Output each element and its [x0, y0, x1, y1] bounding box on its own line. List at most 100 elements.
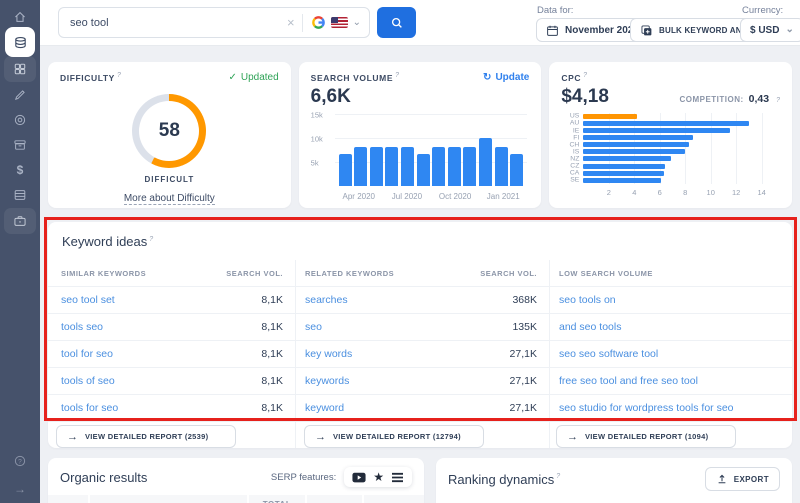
- cpc-row: AU: [583, 121, 768, 126]
- cpc-bar: [583, 178, 661, 183]
- search-vol-value: 8,1K: [208, 321, 295, 333]
- briefcase-icon: [13, 214, 27, 228]
- related-keyword-link[interactable]: searches: [295, 294, 465, 306]
- col-low-search-volume: LOW SEARCH VOLUME: [549, 269, 792, 278]
- us-flag-icon: [331, 17, 348, 28]
- similar-keyword-link[interactable]: tools seo: [48, 321, 208, 333]
- similar-keyword-link[interactable]: tools of seo: [48, 375, 208, 387]
- search-volume-value: 6,6K: [311, 86, 530, 108]
- column-divider: [295, 260, 296, 448]
- serp-features-label: SERP features:: [271, 472, 336, 483]
- info-icon: ?: [776, 97, 780, 104]
- sidebar-item-keyword-research[interactable]: [5, 27, 35, 57]
- sidebar-item-projects[interactable]: [0, 208, 40, 234]
- export-button[interactable]: EXPORT: [705, 467, 780, 491]
- svg-text:?: ?: [18, 458, 22, 465]
- sidebar-item-target[interactable]: [0, 107, 40, 133]
- difficulty-title: DIFFICULTY?: [60, 72, 121, 83]
- x-axis-label: 14: [757, 188, 765, 197]
- x-axis-label: Jan 2021: [487, 192, 520, 201]
- volume-bars: [335, 114, 528, 186]
- cpc-x-ticks: 2468101214: [583, 185, 768, 197]
- low-search-volume-link[interactable]: seo studio for wordpress tools for seo: [549, 402, 792, 414]
- metric-cards-row: DIFFICULTY? ✓Updated 58 DIFFICULT More a…: [48, 62, 792, 208]
- info-icon: ?: [583, 72, 588, 79]
- volume-bar: [448, 147, 461, 186]
- similar-keyword-link[interactable]: seo tool set: [48, 294, 208, 306]
- sidebar-item-help[interactable]: ?: [0, 448, 40, 474]
- update-button[interactable]: ↻Update: [483, 72, 529, 83]
- copy-plus-icon: [640, 24, 653, 37]
- view-detailed-report-button[interactable]: →VIEW DETAILED REPORT (12794): [304, 425, 484, 448]
- target-icon: [13, 113, 27, 127]
- divider: [302, 14, 303, 32]
- cpc-row: CA: [583, 171, 768, 176]
- search-vol-value: 368K: [465, 294, 549, 306]
- search-input[interactable]: [59, 17, 287, 29]
- more-about-difficulty-link[interactable]: More about Difficulty: [124, 193, 215, 205]
- competition: COMPETITION: 0,43 ?: [679, 93, 780, 105]
- similar-keyword-link[interactable]: tools for seo: [48, 402, 208, 414]
- related-keyword-link[interactable]: seo: [295, 321, 465, 333]
- cpc-bar: [583, 135, 693, 140]
- cpc-bar: [583, 156, 671, 161]
- search-volume-title: SEARCH VOLUME?: [311, 72, 400, 83]
- search-engine-region-selector[interactable]: ⌄: [311, 15, 361, 30]
- serp-features-icons[interactable]: ★: [344, 467, 412, 487]
- table-row: tool for seo8,1Kkey words27,1Kseo seo so…: [48, 341, 792, 368]
- magnifier-icon: [390, 16, 404, 30]
- search-volume-card: SEARCH VOLUME? ↻Update 6,6K 15k10k5k Apr…: [299, 62, 542, 208]
- volume-bar: [385, 147, 398, 186]
- cpc-bar: [583, 114, 636, 119]
- sidebar: $ ? →: [0, 0, 40, 503]
- related-keyword-link[interactable]: keywords: [295, 375, 465, 387]
- sidebar-item-archive[interactable]: [0, 132, 40, 158]
- sidebar-item-pricing[interactable]: $: [0, 157, 40, 183]
- search-button[interactable]: [377, 7, 416, 38]
- currency-select[interactable]: $ USD ⌄: [740, 18, 800, 42]
- similar-keyword-link[interactable]: tool for seo: [48, 348, 208, 360]
- column-divider: [549, 260, 550, 448]
- sidebar-collapse[interactable]: →: [0, 476, 40, 502]
- volume-x-labels: Apr 2020Jul 2020Oct 2020Jan 2021: [335, 188, 528, 201]
- view-detailed-report-button[interactable]: →VIEW DETAILED REPORT (2539): [56, 425, 236, 448]
- volume-bar: [432, 147, 445, 186]
- organic-table-header: TOTAL: [48, 495, 424, 503]
- related-keyword-link[interactable]: keyword: [295, 402, 465, 414]
- cpc-bar: [583, 142, 689, 147]
- related-keyword-link[interactable]: key words: [295, 348, 465, 360]
- volume-bar: [401, 147, 414, 186]
- volume-bar: [479, 138, 492, 186]
- low-search-volume-link[interactable]: seo seo software tool: [549, 348, 792, 360]
- google-icon: [311, 15, 326, 30]
- x-axis-label: 10: [707, 188, 715, 197]
- volume-bar: [495, 147, 508, 186]
- keyword-search-field: × ⌄: [58, 7, 370, 38]
- view-detailed-report-button[interactable]: →VIEW DETAILED REPORT (1094): [556, 425, 736, 448]
- help-icon: ?: [13, 454, 27, 468]
- pencil-icon: [13, 88, 27, 102]
- cpc-title: CPC?: [561, 72, 587, 83]
- volume-bar: [510, 154, 523, 186]
- volume-bar: [354, 147, 367, 186]
- col-similar-keywords: SIMILAR KEYWORDS: [48, 269, 208, 278]
- check-icon: ✓: [228, 72, 236, 83]
- clear-search-icon[interactable]: ×: [287, 16, 295, 29]
- search-vol-value: 8,1K: [208, 375, 295, 387]
- sidebar-item-database[interactable]: [0, 182, 40, 208]
- sidebar-item-dashboard[interactable]: [0, 56, 40, 82]
- table-row: tools of seo8,1Kkeywords27,1Kfree seo to…: [48, 368, 792, 395]
- sidebar-item-edit[interactable]: [0, 82, 40, 108]
- cpc-bar: [583, 149, 685, 154]
- low-search-volume-link[interactable]: free seo tool and free seo tool: [549, 375, 792, 387]
- keyword-table-header: SIMILAR KEYWORDS SEARCH VOL. RELATED KEY…: [48, 260, 792, 287]
- calendar-icon: [546, 24, 559, 37]
- cpc-row: US: [583, 114, 768, 119]
- x-axis-label: Apr 2020: [343, 192, 375, 201]
- volume-bar: [339, 154, 352, 186]
- low-search-volume-link[interactable]: seo tools on: [549, 294, 792, 306]
- volume-plot: 15k10k5k: [335, 114, 528, 186]
- list-icon: [391, 472, 404, 483]
- search-vol-value: 27,1K: [465, 348, 549, 360]
- low-search-volume-link[interactable]: and seo tools: [549, 321, 792, 333]
